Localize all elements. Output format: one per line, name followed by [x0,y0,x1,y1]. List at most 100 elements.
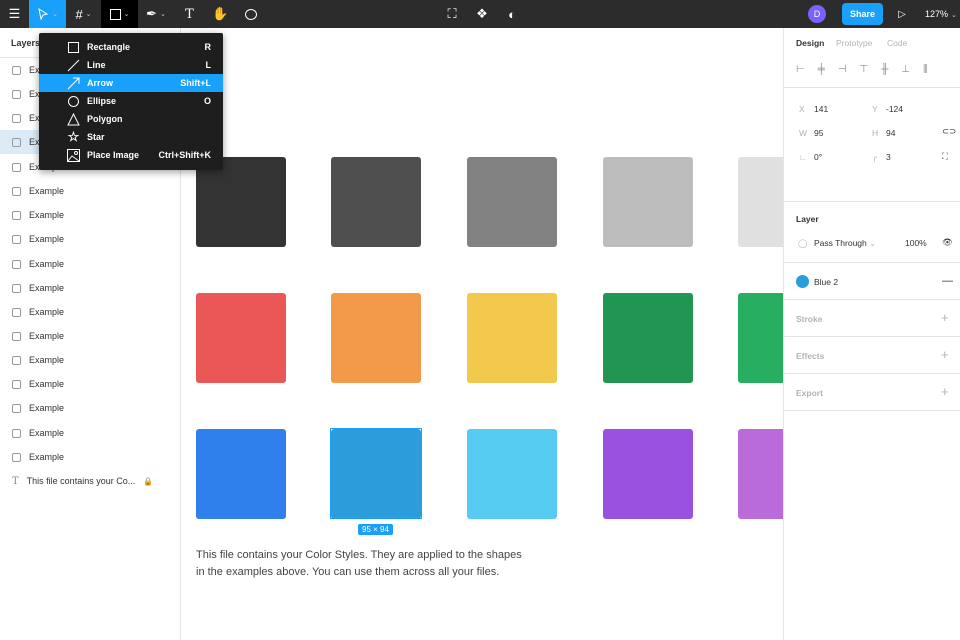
color-swatch[interactable] [196,429,286,519]
layer-label: Example [29,234,65,244]
fill-style-name[interactable]: Blue 2 [814,277,838,287]
menu-item-shortcut: R [204,42,212,52]
present-button[interactable]: ▷ [893,0,911,28]
align-vcenter-icon[interactable]: ╫ [881,64,888,75]
layer-label: This file contains your Co... [26,476,136,486]
remove-fill-icon[interactable]: — [942,275,953,287]
layer-item[interactable]: Example [0,300,180,324]
layer-label: Example [29,379,65,389]
color-swatch[interactable] [738,429,783,519]
canvas[interactable]: 95 × 94 This file contains your Color St… [181,28,783,640]
layer-label: Example [29,307,65,317]
frame-layer-icon [12,186,21,196]
radius-field[interactable]: 3 [886,152,891,162]
x-field[interactable]: 141 [814,104,828,114]
color-swatch[interactable] [331,157,421,247]
description-line: in the examples above. You can use them … [196,566,500,578]
y-label: Y [872,104,878,114]
color-swatch[interactable] [603,293,693,383]
layer-item[interactable]: Example [0,324,180,348]
selection-box[interactable] [330,428,422,519]
stroke-section-title: Stroke [796,314,823,324]
color-swatch[interactable] [603,429,693,519]
color-swatch[interactable] [738,157,783,247]
contrast-button[interactable]: ◐ [501,0,523,28]
avatar[interactable]: D [808,5,826,23]
y-field[interactable]: -124 [886,104,903,114]
main-menu-button[interactable]: ☰ [0,0,29,28]
blend-mode-dropdown[interactable]: Pass Through ⌄ [814,238,876,249]
menu-item-ellipse[interactable]: Ellipse O [39,92,223,110]
layer-item[interactable]: Example [0,348,180,372]
shape-tools-menu: Rectangle R Line L Arrow Shift+L Ellipse O Polyg… [39,33,223,170]
color-swatch[interactable] [467,429,557,519]
color-swatch[interactable] [467,293,557,383]
image-icon [67,148,80,162]
zoom-level: 127% [925,9,949,19]
comment-tool-button[interactable] [236,0,266,28]
w-field[interactable]: 95 [814,128,823,138]
tab-design[interactable]: Design [796,38,824,48]
layer-item[interactable]: Example [0,252,180,276]
shape-tool-button[interactable]: ⌄ [101,0,138,28]
menu-item-arrow[interactable]: Arrow Shift+L [39,74,223,92]
layer-item[interactable]: Example [0,445,180,469]
color-swatch[interactable] [738,293,783,383]
color-swatch[interactable] [331,293,421,383]
rotation-field[interactable]: 0° [814,152,822,162]
fill-color-swatch[interactable] [796,275,809,288]
color-swatch[interactable] [196,157,286,247]
distribute-icon[interactable]: ⫼ [923,64,928,75]
independent-corners-icon[interactable]: ⛶ [942,151,948,162]
layer-item[interactable]: Example [0,396,180,420]
share-button[interactable]: Share [842,3,883,25]
add-stroke-icon[interactable]: + [941,310,949,325]
tab-code[interactable]: Code [887,38,907,48]
frame-tool-button[interactable]: # ⌄ [66,0,101,28]
frame-layer-icon [12,331,21,341]
menu-item-line[interactable]: Line L [39,56,223,74]
constrain-proportions-icon[interactable]: ⊂⊃ [942,126,956,137]
color-swatch[interactable] [603,157,693,247]
layer-item[interactable]: Example [0,227,180,251]
align-right-icon[interactable]: ⊣ [838,64,847,75]
menu-item-star[interactable]: ☆ Star [39,128,223,146]
opacity-field[interactable]: 100% [905,238,927,248]
align-hcenter-icon[interactable]: ╪ [818,64,825,75]
align-left-icon[interactable]: ⊢ [796,64,805,75]
layer-item[interactable]: Example [0,276,180,300]
layer-item[interactable]: Example [0,203,180,227]
align-bottom-icon[interactable]: ⊥ [901,64,910,75]
frame-layer-icon [12,259,21,269]
add-effect-icon[interactable]: + [941,347,949,362]
layer-label: Example [29,283,65,293]
corner-radius-icon: ╭ [872,152,878,162]
layer-item[interactable]: Example [0,179,180,203]
move-tool-button[interactable]: ⌄ [29,0,66,28]
play-icon: ▷ [898,8,906,20]
zoom-dropdown[interactable]: 127% ⌄ [925,9,957,19]
toolbar: ☰ ⌄ # ⌄ ⌄ ✒ ⌄ T ✋ ⛶ ❖ ◐ D Share ▷ 127% ⌄ [0,0,960,28]
layer-item[interactable]: Example [0,421,180,445]
lock-icon[interactable]: 🔒 [143,477,153,486]
color-swatch[interactable] [196,293,286,383]
eye-icon[interactable]: 👁 [942,237,953,248]
menu-item-polygon[interactable]: Polygon [39,110,223,128]
size-label: 95 × 94 [358,524,393,535]
menu-item-label: Line [87,60,106,70]
add-export-icon[interactable]: + [941,384,949,399]
hand-tool-button[interactable]: ✋ [205,0,236,28]
menu-item-place-image[interactable]: Place Image Ctrl+Shift+K [39,146,223,164]
frame-layer-icon [12,403,21,413]
tab-prototype[interactable]: Prototype [836,38,872,48]
menu-item-rectangle[interactable]: Rectangle R [39,38,223,56]
align-top-icon[interactable]: ⊤ [860,64,869,75]
layer-text-item[interactable]: T This file contains your Co... 🔒 [0,469,180,493]
color-swatch[interactable] [467,157,557,247]
text-tool-button[interactable]: T [174,0,205,28]
component-button[interactable]: ⛶ [441,0,463,28]
pen-tool-button[interactable]: ✒ ⌄ [138,0,174,28]
boolean-button[interactable]: ❖ [471,0,493,28]
layer-item[interactable]: Example [0,372,180,396]
h-field[interactable]: 94 [886,128,895,138]
